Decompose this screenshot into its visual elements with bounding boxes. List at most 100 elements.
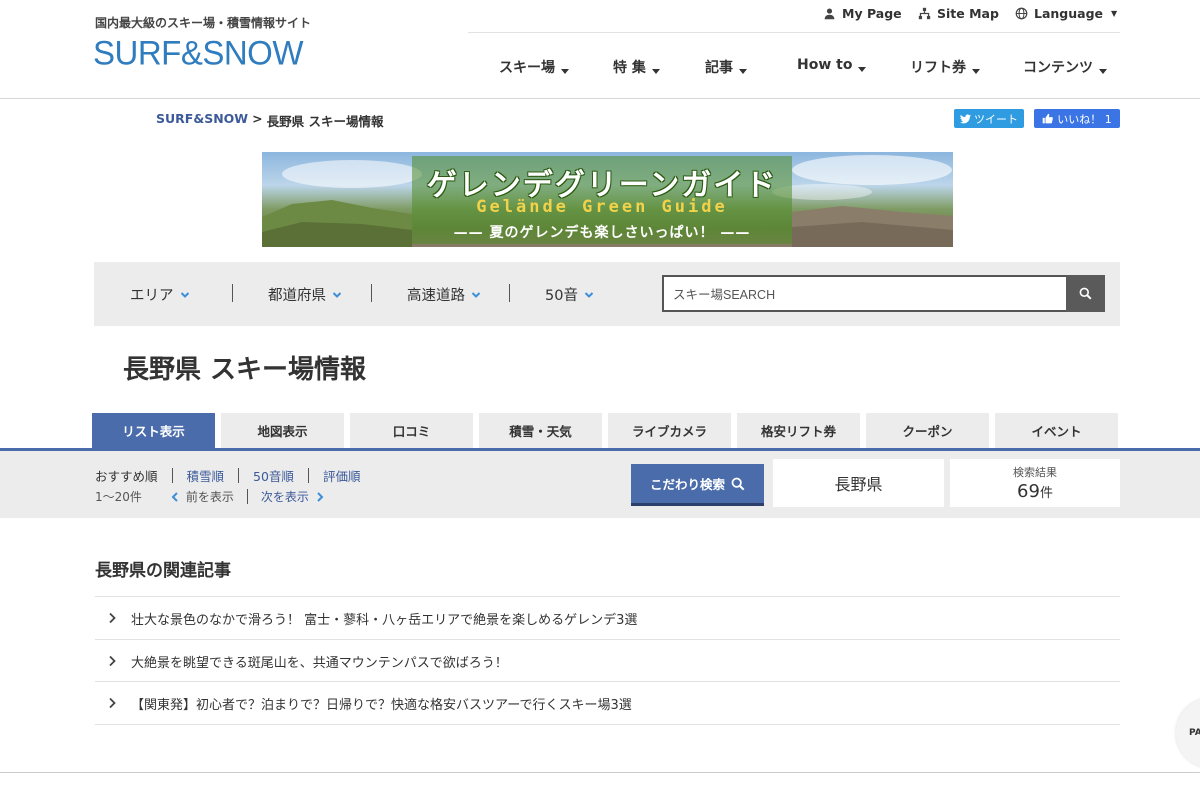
result-unit: 件 <box>1039 486 1053 501</box>
advanced-search-button[interactable]: こだわり検索 <box>631 464 764 506</box>
tab-events[interactable]: イベント <box>995 413 1118 448</box>
filter-divider <box>509 284 510 302</box>
nav-label: 特 集 <box>613 60 646 76</box>
prev-page-link[interactable]: 前を表示 <box>171 488 234 505</box>
nav-item-ski-resorts[interactable]: スキー場 <box>499 57 569 77</box>
breadcrumb-home-link[interactable]: SURF&SNOW <box>156 111 248 130</box>
nav-item-articles[interactable]: 記事 <box>705 57 747 77</box>
chevron-right-icon <box>317 491 324 502</box>
sort-recommended[interactable]: おすすめ順 <box>95 466 158 485</box>
next-page-link[interactable]: 次を表示 <box>261 488 324 505</box>
caret-down-icon <box>858 66 867 72</box>
chevron-down-icon <box>584 291 594 298</box>
related-article-title: 大絶景を眺望できる斑尾山を、共通マウンテンパスで欲ばろう！ <box>131 655 508 671</box>
caret-down-icon <box>1099 68 1107 74</box>
tab-live-camera[interactable]: ライブカメラ <box>608 413 731 448</box>
search-icon <box>1079 287 1092 300</box>
filter-highway-dropdown[interactable]: 高速道路 <box>407 284 481 305</box>
site-logo[interactable]: SURF&SNOW <box>93 33 304 73</box>
related-article-item[interactable]: 壮大な景色のなかで滑ろう！ 富士・蓼科・八ヶ岳エリアで絶景を楽しめるゲレンデ3選 <box>95 596 1120 639</box>
nav-label: スキー場 <box>499 60 555 76</box>
tweet-button[interactable]: ツイート <box>954 109 1024 128</box>
sort-options: おすすめ順 積雪順 50音順 評価順 <box>95 466 360 485</box>
tab-coupons[interactable]: クーポン <box>866 413 989 448</box>
filter-prefecture-dropdown[interactable]: 都道府県 <box>268 284 342 305</box>
sort-kana[interactable]: 50音順 <box>253 466 294 485</box>
sort-rating[interactable]: 評価順 <box>323 466 361 485</box>
filter-divider <box>371 284 372 302</box>
person-icon <box>824 7 835 19</box>
tab-list-view[interactable]: リスト表示 <box>92 413 215 448</box>
filter-label: 高速道路 <box>407 288 465 304</box>
breadcrumb-separator: > <box>252 111 263 126</box>
result-label: 検索結果 <box>1013 466 1057 479</box>
selected-prefecture: 長野県 <box>773 459 944 507</box>
pagination-divider <box>246 489 248 504</box>
chevron-left-icon <box>171 491 178 502</box>
chevron-right-icon <box>109 612 116 624</box>
globe-icon <box>1015 7 1028 19</box>
caret-down-icon <box>651 68 660 74</box>
banner-tagline: —— 夏のゲレンデも楽しさいっぱい！ —— <box>453 225 751 241</box>
chevron-down-icon <box>180 291 189 298</box>
like-label: いいね！ 1 <box>1057 112 1112 126</box>
chevron-down-icon: ▼ <box>1111 8 1118 18</box>
sort-snow-depth[interactable]: 積雪順 <box>187 466 225 485</box>
advanced-search-label: こだわり検索 <box>649 477 725 492</box>
breadcrumb-current: 長野県 スキー場情報 <box>266 114 384 129</box>
nav-label: コンテンツ <box>1023 60 1093 76</box>
filter-bar: エリア 都道府県 高速道路 50音 スキー場SEARCH <box>94 262 1120 326</box>
result-count: 69 <box>1017 481 1040 502</box>
nav-item-features[interactable]: 特 集 <box>613 57 660 77</box>
facebook-like-button[interactable]: いいね！ 1 <box>1034 109 1120 128</box>
filter-label: 50音 <box>545 288 578 304</box>
page-top-button[interactable]: PA <box>1176 698 1200 768</box>
footer-divider <box>0 772 1200 773</box>
nav-item-contents[interactable]: コンテンツ <box>1023 57 1107 77</box>
pagination: 1〜20件 前を表示 次を表示 <box>95 488 324 505</box>
gelande-green-guide-banner[interactable]: ゲレンデグリーンガイド Gelände Green Guide —— 夏のゲレン… <box>262 152 953 247</box>
chevron-right-icon <box>109 655 116 667</box>
related-article-item[interactable]: 【関東発】初心者で？泊まりで？日帰りで？快適な格安バスツアーで行くスキー場3選 <box>95 681 1120 724</box>
sitemap-icon <box>918 7 931 19</box>
filter-label: エリア <box>130 288 174 304</box>
related-article-item[interactable]: 大絶景を眺望できる斑尾山を、共通マウンテンパスで欲ばろう！ <box>95 639 1120 682</box>
next-page-label: 次を表示 <box>260 490 309 504</box>
caret-down-icon <box>739 68 747 74</box>
sort-divider <box>238 468 240 483</box>
language-selector[interactable]: Language ▼ <box>1015 5 1117 21</box>
banner-title-box: ゲレンデグリーンガイド Gelände Green Guide —— 夏のゲレン… <box>412 156 792 244</box>
filter-area-dropdown[interactable]: エリア <box>130 284 190 305</box>
nav-label: 記事 <box>705 60 733 76</box>
site-map-label: Site Map <box>937 5 999 21</box>
view-tabs: リスト表示 地図表示 口コミ 積雪・天気 ライブカメラ 格安リフト券 クーポン … <box>92 413 1118 448</box>
search-result-count: 検索結果 69件 <box>950 459 1120 507</box>
search-button[interactable] <box>1066 275 1105 312</box>
filter-label: 都道府県 <box>268 288 326 304</box>
ski-resort-search-input[interactable]: スキー場SEARCH <box>662 275 1068 312</box>
tab-map-view[interactable]: 地図表示 <box>221 413 344 448</box>
filter-kana-dropdown[interactable]: 50音 <box>545 284 594 305</box>
tweet-label: ツイート <box>974 112 1018 126</box>
prev-page-label: 前を表示 <box>185 490 234 504</box>
twitter-bird-icon <box>960 113 971 123</box>
nav-divider <box>468 32 1120 33</box>
my-page-link[interactable]: My Page <box>823 5 902 21</box>
tab-reviews[interactable]: 口コミ <box>350 413 473 448</box>
related-article-title: 【関東発】初心者で？泊まりで？日帰りで？快適な格安バスツアーで行くスキー場3選 <box>131 697 632 713</box>
tab-discount-lift-tickets[interactable]: 格安リフト券 <box>737 413 860 448</box>
nav-item-lift-tickets[interactable]: リフト券 <box>910 57 980 77</box>
site-header: 国内最大級のスキー場・積雪情報サイト SURF&SNOW My Page Sit… <box>0 0 1200 99</box>
banner-subtitle: Gelände Green Guide <box>476 197 728 217</box>
chevron-down-icon <box>332 291 342 298</box>
my-page-label: My Page <box>842 5 902 21</box>
result-value: 69件 <box>950 481 1120 502</box>
language-label: Language <box>1034 5 1104 21</box>
article-list-divider <box>95 724 1120 725</box>
nav-item-howto[interactable]: How to <box>797 57 867 73</box>
site-map-link[interactable]: Site Map <box>918 5 999 21</box>
chevron-right-icon <box>109 697 116 709</box>
page-top-label: PA <box>1189 728 1200 738</box>
caret-down-icon <box>561 68 569 74</box>
tab-snow-weather[interactable]: 積雪・天気 <box>479 413 602 448</box>
